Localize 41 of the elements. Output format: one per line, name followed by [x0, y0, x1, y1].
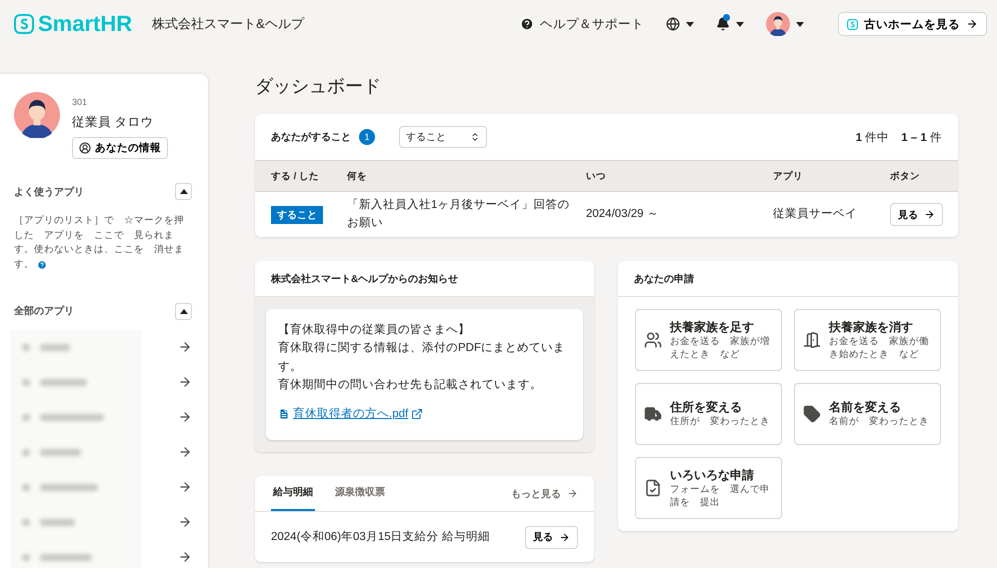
- column-header: ボタン: [890, 170, 921, 182]
- page-title: ダッシュボード: [255, 75, 382, 98]
- column-header: アプリ: [773, 170, 804, 182]
- card-title: あなたの申請: [634, 272, 694, 286]
- section-title: 全部のアプリ: [14, 304, 74, 318]
- filter-select[interactable]: すること: [399, 126, 487, 148]
- payslip-title: 2024(令和06)年03月15日支給分 給与明細: [271, 530, 491, 545]
- column-header: する / した: [271, 170, 320, 182]
- profile-button[interactable]: あなたの情報: [72, 137, 168, 159]
- employee-number: 301: [72, 97, 88, 107]
- card-title: あなたがすること: [271, 131, 351, 144]
- tab[interactable]: 給与明細: [271, 476, 315, 512]
- status-label: すること: [271, 206, 323, 224]
- tab[interactable]: 源泉徴収票: [333, 476, 387, 512]
- request-button[interactable]: 住所を変える 住所が 変わったとき: [635, 383, 782, 445]
- request-button[interactable]: 扶養家族を足す お金を送る 家族が増えたとき など: [635, 309, 782, 371]
- attachment-link[interactable]: 育休取得者の方へ.pdf: [278, 404, 424, 423]
- notice-heading: 【育休取得中の従業員の皆さまへ】: [278, 322, 471, 338]
- favorite-apps-description: ［アプリのリスト］で ☆マークを押した アプリを ここで 見られます。使わないときは、ここを 消せます。: [14, 214, 185, 272]
- request-button[interactable]: 名前を変える 名前が 変わったとき: [794, 383, 941, 445]
- count-badge: 1: [359, 129, 375, 145]
- table-cell-text: 従業員サーベイ: [773, 206, 858, 222]
- more-link[interactable]: もっと見る: [511, 486, 578, 501]
- notice-text: 育休取得に関する情報は、添付のPDFにまとめています。: [278, 340, 566, 375]
- section-title: よく使うアプリ: [14, 185, 84, 198]
- table-cell-text: 「新入社員入社1ヶ月後サーベイ」回答のお願い: [347, 197, 570, 230]
- view-button[interactable]: 見る: [525, 526, 578, 549]
- table-cell-text: 2024/03/29 ～: [586, 206, 660, 222]
- logo-text: SmartHR: [38, 11, 132, 37]
- old-home-button[interactable]: 古いホームを見る: [838, 12, 987, 36]
- help-link[interactable]: ヘルプ＆サポート: [514, 16, 650, 32]
- view-button[interactable]: 見る: [890, 203, 943, 226]
- request-button[interactable]: いろいろな申請 フォームを 選んで申請を 提出: [635, 457, 782, 519]
- notice-text: 育休期間中の問い合わせ先も記載されています。: [278, 377, 543, 394]
- pagination-text: 1 件中 1 – 1 件: [856, 130, 942, 144]
- column-header: いつ: [586, 170, 607, 182]
- company-name: 株式会社スマート&ヘルプ: [152, 15, 304, 33]
- employee-name: 従業員 タロウ: [72, 114, 154, 131]
- column-header: 何を: [347, 170, 368, 182]
- request-button[interactable]: 扶養家族を消す お金を送る 家族が働き始めたとき など: [794, 309, 941, 371]
- card-title: 株式会社スマート&ヘルプからのお知らせ: [271, 272, 458, 286]
